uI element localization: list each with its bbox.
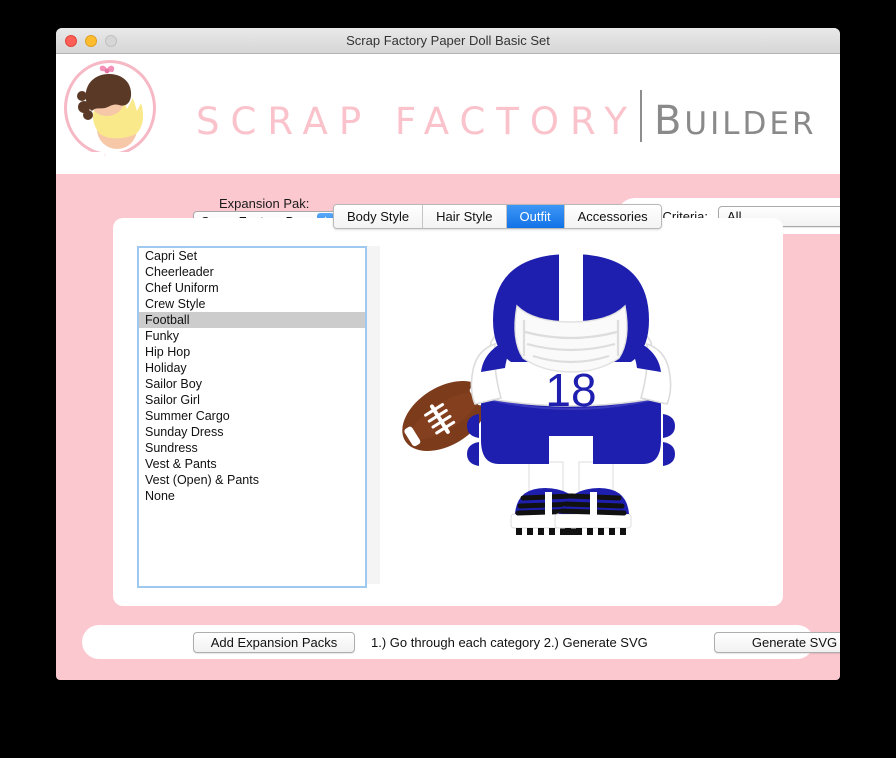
scallop-bump — [448, 152, 497, 174]
close-button[interactable] — [65, 35, 77, 47]
expansion-pak-label: Expansion Pak: — [219, 196, 310, 211]
list-item[interactable]: Sailor Girl — [139, 392, 365, 408]
scallop-bump — [350, 152, 399, 174]
list-item[interactable]: Capri Set — [139, 248, 365, 264]
scallop-bump — [56, 152, 105, 174]
list-item[interactable]: Crew Style — [139, 296, 365, 312]
window-controls — [65, 35, 117, 47]
football-helmet — [492, 254, 649, 373]
list-item[interactable]: Holiday — [139, 360, 365, 376]
list-item[interactable]: Cheerleader — [139, 264, 365, 280]
list-item[interactable]: Vest (Open) & Pants — [139, 472, 365, 488]
scallop-bump — [742, 152, 791, 174]
brand-builder: BUILDER — [654, 98, 817, 144]
scallop-bump — [203, 152, 252, 174]
list-item[interactable]: Vest & Pants — [139, 456, 365, 472]
brand-builder-cap: B — [653, 98, 685, 144]
brand-divider — [639, 90, 642, 142]
brand-builder-rest: UILDER — [684, 106, 817, 142]
bottom-toolbar: Add Expansion Packs 1.) Go through each … — [82, 625, 840, 659]
add-expansion-packs-button[interactable]: Add Expansion Packs — [193, 631, 355, 653]
instructions-text: 1.) Go through each category 2.) Generat… — [371, 634, 648, 650]
generate-svg-button[interactable]: Generate SVG — [714, 631, 840, 653]
list-item[interactable]: Hip Hop — [139, 344, 365, 360]
scallop-bump — [301, 152, 350, 174]
brand-scrap-factory: SCRAP FACTORY — [196, 100, 638, 143]
scallop-bump — [252, 152, 301, 174]
scallop-bump — [399, 152, 448, 174]
scallop-bump — [154, 152, 203, 174]
list-item[interactable]: Chef Uniform — [139, 280, 365, 296]
list-item[interactable]: Funky — [139, 328, 365, 344]
app-header: SCRAP FACTORY BUILDER — [56, 54, 840, 174]
scallop-bump — [595, 152, 644, 174]
tab-body-style[interactable]: Body Style — [334, 205, 424, 228]
app-window: Scrap Factory Paper Doll Basic Set SCRAP… — [56, 28, 840, 680]
category-tabs: Body Style Hair Style Outfit Accessories — [333, 204, 662, 229]
scalloped-divider — [56, 152, 840, 174]
scallop-bump — [693, 152, 742, 174]
tab-outfit[interactable]: Outfit — [506, 205, 565, 228]
list-item[interactable]: Sailor Boy — [139, 376, 365, 392]
scallop-bump — [546, 152, 595, 174]
scallop-bump — [105, 152, 154, 174]
tab-panel: Capri Set Cheerleader Chef Uniform Crew … — [137, 246, 759, 588]
title-bar: Scrap Factory Paper Doll Basic Set — [56, 28, 840, 54]
window-title: Scrap Factory Paper Doll Basic Set — [346, 33, 550, 48]
list-item[interactable]: Sundress — [139, 440, 365, 456]
paper-doll-football-svg: 18 — [401, 254, 675, 535]
doll-preview: 18 — [380, 246, 759, 588]
outfit-list[interactable]: Capri Set Cheerleader Chef Uniform Crew … — [137, 246, 367, 588]
list-item-selected[interactable]: Football — [139, 312, 365, 328]
zoom-button[interactable] — [105, 35, 117, 47]
scallop-bump — [497, 152, 546, 174]
scallop-bump — [791, 152, 840, 174]
tab-hair-style[interactable]: Hair Style — [423, 205, 507, 228]
minimize-button[interactable] — [85, 35, 97, 47]
main-card: Body Style Hair Style Outfit Accessories… — [113, 204, 783, 606]
brand-wordmark: SCRAP FACTORY BUILDER — [196, 82, 817, 144]
tab-accessories[interactable]: Accessories — [564, 205, 661, 228]
list-item[interactable]: Sunday Dress — [139, 424, 365, 440]
list-item[interactable]: None — [139, 488, 365, 504]
paper-doll-heads-logo-icon — [64, 60, 156, 156]
list-item[interactable]: Summer Cargo — [139, 408, 365, 424]
scallop-bump — [644, 152, 693, 174]
